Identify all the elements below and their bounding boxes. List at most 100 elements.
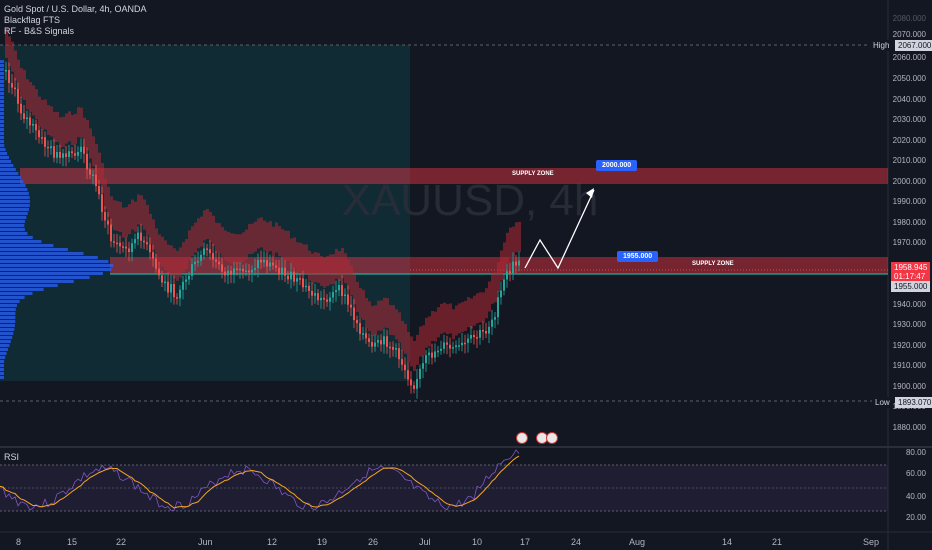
trend-band-segment	[359, 288, 362, 319]
candle-body	[413, 385, 415, 389]
us-flag-event-icon[interactable]	[546, 432, 558, 444]
volume-profile-bar	[0, 92, 4, 95]
trend-band-segment	[245, 229, 248, 260]
trend-band-segment	[395, 309, 398, 340]
price-tick: 2010.000	[892, 156, 926, 165]
candle-body	[17, 88, 19, 104]
trend-band-segment	[227, 231, 230, 262]
trend-band-segment	[158, 234, 161, 265]
trend-band-segment	[356, 281, 359, 312]
rsi-tick: 20.00	[905, 513, 926, 522]
indicator-rf-signals[interactable]: RF - B&S Signals	[4, 26, 147, 37]
candle-body	[440, 348, 442, 351]
trend-band-segment	[149, 213, 152, 244]
rsi-tick: 40.00	[905, 492, 926, 501]
supply-zone-upper[interactable]	[20, 168, 888, 184]
candle-body	[275, 265, 277, 268]
candle-body	[236, 268, 238, 270]
chart-legend[interactable]: Gold Spot / U.S. Dollar, 4h, OANDA Black…	[4, 4, 147, 37]
volume-profile-bar	[0, 276, 90, 279]
trend-band-segment	[425, 317, 428, 348]
indicator-blackflag[interactable]: Blackflag FTS	[4, 15, 147, 26]
trend-band-segment	[383, 297, 386, 328]
candle-body	[272, 262, 274, 266]
candle-body	[185, 279, 187, 282]
trend-band-segment	[293, 237, 296, 268]
volume-profile-bar	[0, 112, 4, 115]
rsi-label[interactable]: RSI	[4, 452, 19, 462]
trend-band-segment	[398, 312, 401, 343]
volume-profile-bar	[0, 212, 28, 215]
volume-profile-bar	[0, 60, 4, 63]
price-tick: 1880.000	[892, 423, 926, 432]
candle-body	[458, 345, 460, 347]
trend-band-segment	[161, 236, 164, 267]
trend-band-segment	[338, 250, 341, 281]
candle-body	[230, 270, 232, 275]
target-callout-2000[interactable]: 2000.000	[596, 160, 638, 171]
price-chart[interactable]: XAUUSD, 4h	[0, 0, 932, 550]
trend-band-segment	[86, 120, 89, 151]
candle-body	[221, 264, 223, 272]
trend-band-segment	[107, 186, 110, 217]
volume-profile-bar	[0, 308, 16, 311]
candle-body	[140, 232, 142, 241]
supply-zone-label-lower: SUPPLY ZONE	[692, 261, 734, 267]
candle-body	[122, 246, 124, 248]
trend-band-segment	[53, 112, 56, 143]
trend-band-segment	[26, 79, 29, 110]
volume-profile-bar	[0, 216, 27, 219]
trend-band-segment	[377, 300, 380, 331]
volume-profile-bar	[0, 120, 4, 123]
candle-body	[92, 174, 94, 177]
candle-body	[482, 330, 484, 332]
chart-window: XAUUSD, 4h Gold Spot / U.S. Dollar, 4h, …	[0, 0, 932, 550]
trend-band-segment	[89, 128, 92, 159]
volume-profile-bar	[0, 104, 4, 107]
candle-body	[170, 284, 172, 293]
volume-profile-bar	[0, 244, 54, 247]
high-label: High	[870, 40, 893, 51]
volume-profile-bar	[0, 324, 15, 327]
us-flag-event-icon[interactable]	[516, 432, 528, 444]
candle-body	[302, 278, 304, 288]
trend-band-segment	[200, 216, 203, 247]
symbol-title[interactable]: Gold Spot / U.S. Dollar, 4h, OANDA	[4, 4, 147, 15]
candle-body	[224, 271, 226, 276]
trend-band-segment	[404, 323, 407, 354]
trend-band-segment	[56, 111, 59, 142]
volume-profile-bar	[0, 300, 20, 303]
candle-body	[41, 137, 43, 139]
volume-profile-bar	[0, 68, 4, 71]
volume-profile-bar	[0, 264, 114, 267]
trend-band-segment	[461, 302, 464, 333]
trend-band-segment	[251, 223, 254, 254]
target-callout-1955[interactable]: 1955.000	[617, 251, 659, 262]
candle-body	[80, 146, 82, 152]
trend-band-segment	[509, 227, 512, 258]
price-tick: 1940.000	[892, 300, 926, 309]
candle-body	[227, 270, 229, 276]
time-tick: Sep	[863, 537, 880, 547]
time-tick: 19	[317, 537, 328, 547]
trend-band-segment	[203, 210, 206, 241]
candle-body	[62, 153, 64, 158]
trend-band-segment	[503, 242, 506, 273]
volume-profile-bar	[0, 140, 4, 143]
candle-body	[428, 352, 430, 356]
candle-body	[14, 87, 16, 90]
candle-body	[164, 281, 166, 284]
candle-body	[461, 342, 463, 346]
trend-band-segment	[218, 223, 221, 254]
candle-body	[38, 130, 40, 138]
price-tick: 1990.000	[892, 197, 926, 206]
trend-band-segment	[80, 107, 83, 138]
candle-body	[344, 294, 346, 297]
trend-band-segment	[380, 300, 383, 331]
trend-band-segment	[50, 106, 53, 137]
volume-profile-bar	[0, 96, 4, 99]
trend-band-segment	[122, 207, 125, 238]
candle-body	[323, 297, 325, 300]
trend-band-segment	[476, 293, 479, 324]
trend-band-segment	[230, 233, 233, 264]
